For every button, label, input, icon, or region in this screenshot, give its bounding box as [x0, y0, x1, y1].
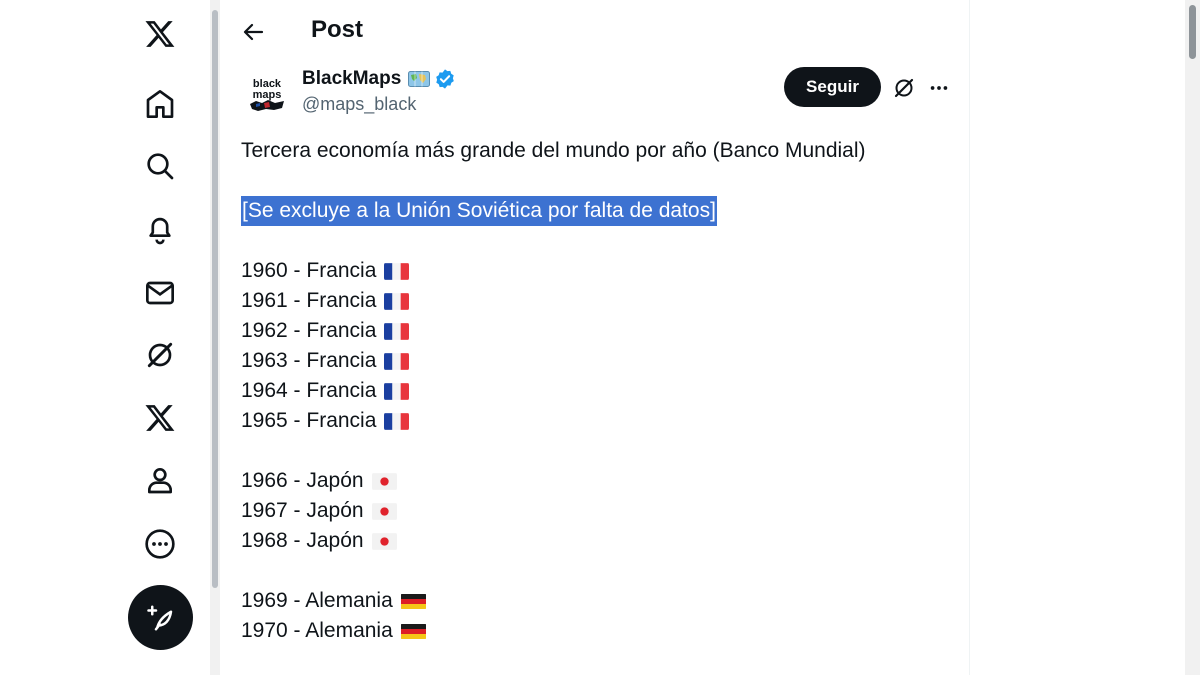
france-flag-icon	[384, 262, 410, 280]
page-header: Post	[220, 0, 970, 65]
entry-text: 1960 - Francia	[241, 259, 377, 282]
author-handle[interactable]: @maps_black	[302, 94, 416, 115]
japan-flag-icon	[371, 532, 397, 550]
avatar[interactable]: black maps	[242, 70, 292, 120]
person-icon	[148, 468, 172, 494]
compose-post-button[interactable]	[128, 585, 193, 650]
author-name-row: BlackMaps	[302, 68, 456, 90]
author-name[interactable]: BlackMaps	[302, 68, 401, 90]
follow-button[interactable]: Seguir	[784, 67, 881, 107]
japan-flag-icon	[371, 472, 397, 490]
page-title: Post	[311, 16, 364, 43]
more-circle-icon	[145, 529, 175, 559]
list-item: 1963 - Francia	[241, 346, 941, 376]
grok-icon	[894, 78, 914, 98]
post-line: Tercera economía más grande del mundo po…	[241, 139, 866, 162]
sidebar-scrollbar-thumb[interactable]	[212, 10, 218, 588]
entry-text: 1965 - Francia	[241, 409, 377, 432]
bell-icon	[149, 217, 171, 245]
germany-flag-icon	[400, 623, 426, 639]
nav-messages[interactable]	[128, 267, 192, 319]
grok-icon	[147, 342, 173, 368]
france-flag-icon	[384, 382, 410, 400]
nav-grok[interactable]	[128, 329, 192, 381]
nav-home[interactable]	[128, 78, 192, 130]
nav-profile[interactable]	[128, 454, 192, 506]
feather-plus-icon	[146, 605, 172, 630]
germany-flag-icon	[400, 593, 426, 609]
entry-text: 1962 - Francia	[241, 319, 377, 342]
entry-text: 1969 - Alemania	[241, 589, 393, 612]
sidebar-scrollbar[interactable]	[210, 0, 220, 675]
back-button[interactable]	[240, 16, 268, 48]
verified-badge-icon	[436, 69, 455, 89]
entry-text: 1964 - Francia	[241, 379, 377, 402]
list-item: 1964 - Francia	[241, 376, 941, 406]
main-column: Post black maps BlackMaps @maps_black Se…	[220, 0, 970, 675]
list-item: 1961 - Francia	[241, 286, 941, 316]
france-flag-icon	[384, 352, 410, 370]
entry-text: 1963 - Francia	[241, 349, 377, 372]
blackmaps-logo: black maps	[250, 78, 284, 111]
home-icon	[146, 90, 174, 118]
mail-icon	[146, 281, 174, 305]
list-item: 1965 - Francia	[241, 406, 941, 436]
list-item: 1970 - Alemania	[241, 616, 941, 646]
search-icon	[147, 153, 174, 180]
x-logo-icon	[145, 21, 175, 47]
more-options-button[interactable]	[925, 74, 953, 102]
nav-notifications[interactable]	[128, 203, 192, 255]
entry-text: 1961 - Francia	[241, 289, 377, 312]
more-horizontal-icon	[930, 86, 948, 90]
nav-premium[interactable]	[128, 392, 192, 444]
entry-text: 1967 - Japón	[241, 499, 364, 522]
list-item: 1968 - Japón	[241, 526, 941, 556]
france-flag-icon	[384, 322, 410, 340]
list-item: 1960 - Francia	[241, 256, 941, 286]
arrow-left-icon	[243, 23, 264, 41]
list-item: 1967 - Japón	[241, 496, 941, 526]
nav-more[interactable]	[128, 518, 192, 570]
x-icon	[145, 405, 175, 431]
svg-text:maps: maps	[253, 89, 282, 101]
entry-text: 1968 - Japón	[241, 529, 364, 552]
list-item: 1969 - Alemania	[241, 586, 941, 616]
page-scrollbar[interactable]	[1185, 0, 1200, 675]
entry-text: 1970 - Alemania	[241, 619, 393, 642]
france-flag-icon	[384, 412, 410, 430]
list-item: 1966 - Japón	[241, 466, 941, 496]
selected-text: [Se excluye a la Unión Soviética por fal…	[241, 196, 717, 226]
sidebar-nav	[0, 0, 210, 675]
list-item: 1962 - Francia	[241, 316, 941, 346]
entry-text: 1966 - Japón	[241, 469, 364, 492]
x-logo-link[interactable]	[128, 8, 192, 60]
post-text: Tercera economía más grande del mundo po…	[241, 136, 941, 646]
japan-flag-icon	[371, 502, 397, 520]
france-flag-icon	[384, 292, 410, 310]
grok-button[interactable]	[890, 74, 918, 102]
world-map-icon	[408, 71, 431, 87]
page-scrollbar-thumb[interactable]	[1189, 5, 1196, 59]
nav-explore[interactable]	[128, 140, 192, 192]
post-line: [Se excluye a la Unión Soviética por fal…	[241, 196, 941, 226]
